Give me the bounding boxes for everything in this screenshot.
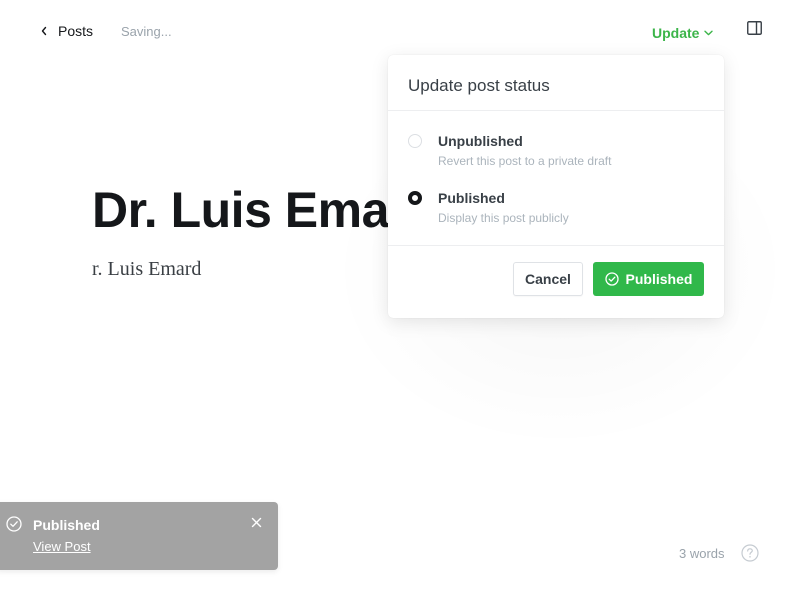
popover-title: Update post status [408,76,550,95]
publish-status-popover: Update post status Unpublished Revert th… [388,55,724,318]
word-count: 3 words [679,546,725,561]
cancel-button[interactable]: Cancel [513,262,583,296]
back-to-posts-link[interactable]: Posts [40,23,93,39]
toast-title: Published [33,517,100,533]
option-unpublished[interactable]: Unpublished Revert this post to a privat… [408,133,708,173]
confirm-publish-button[interactable]: Published [593,262,704,296]
unpublished-radio[interactable] [408,134,422,148]
option-published[interactable]: Published Display this post publicly [408,190,708,230]
option-description: Display this post publicly [438,211,569,225]
update-label: Update [652,25,700,41]
chevron-left-icon [41,26,47,36]
option-label: Unpublished [438,133,523,149]
chevron-down-icon [704,30,714,36]
post-title[interactable]: Dr. Luis Emard [92,180,438,240]
back-label: Posts [58,23,94,39]
question-circle-icon[interactable] [741,544,759,562]
published-toast: Published View Post [0,502,278,570]
check-circle-icon [6,516,22,532]
sidebar-toggle-icon[interactable] [747,21,762,35]
view-post-link[interactable]: View Post [33,539,91,554]
option-description: Revert this post to a private draft [438,154,612,168]
save-status: Saving... [121,24,172,39]
editor-page: Posts Saving... Update Dr. Luis Emard r.… [0,0,800,600]
confirm-label: Published [625,271,693,287]
popover-divider [388,110,724,111]
update-button[interactable]: Update [652,25,714,41]
close-icon[interactable] [251,517,262,528]
popover-divider [388,245,724,246]
check-circle-icon [604,272,619,286]
published-radio[interactable] [408,191,422,205]
post-body[interactable]: r. Luis Emard [92,258,201,281]
option-label: Published [438,190,505,206]
